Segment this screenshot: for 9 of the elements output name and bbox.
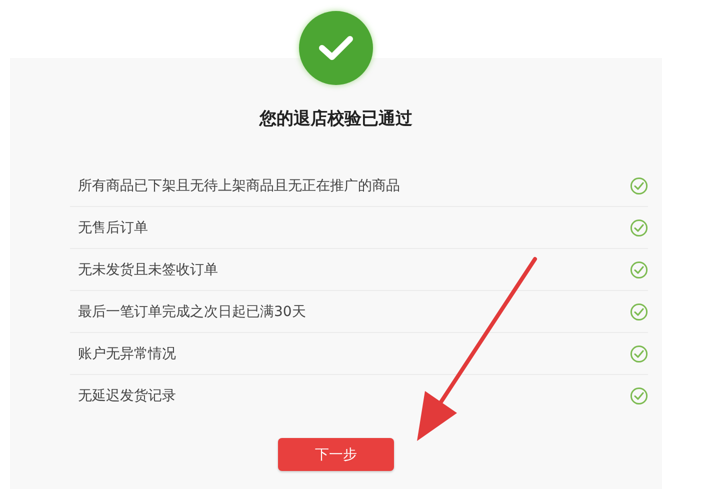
check-label: 无售后订单 <box>78 218 148 236</box>
check-icon <box>318 34 354 62</box>
check-label: 账户无异常情况 <box>78 344 176 362</box>
check-label: 最后一笔订单完成之次日起已满30天 <box>78 302 306 320</box>
check-label: 无未发货且未签收订单 <box>78 260 218 278</box>
check-label: 所有商品已下架且无待上架商品且无正在推广的商品 <box>78 176 400 194</box>
next-button[interactable]: 下一步 <box>278 438 394 471</box>
check-label: 无延迟发货记录 <box>78 386 176 404</box>
result-title: 您的退店校验已通过 <box>260 108 412 130</box>
